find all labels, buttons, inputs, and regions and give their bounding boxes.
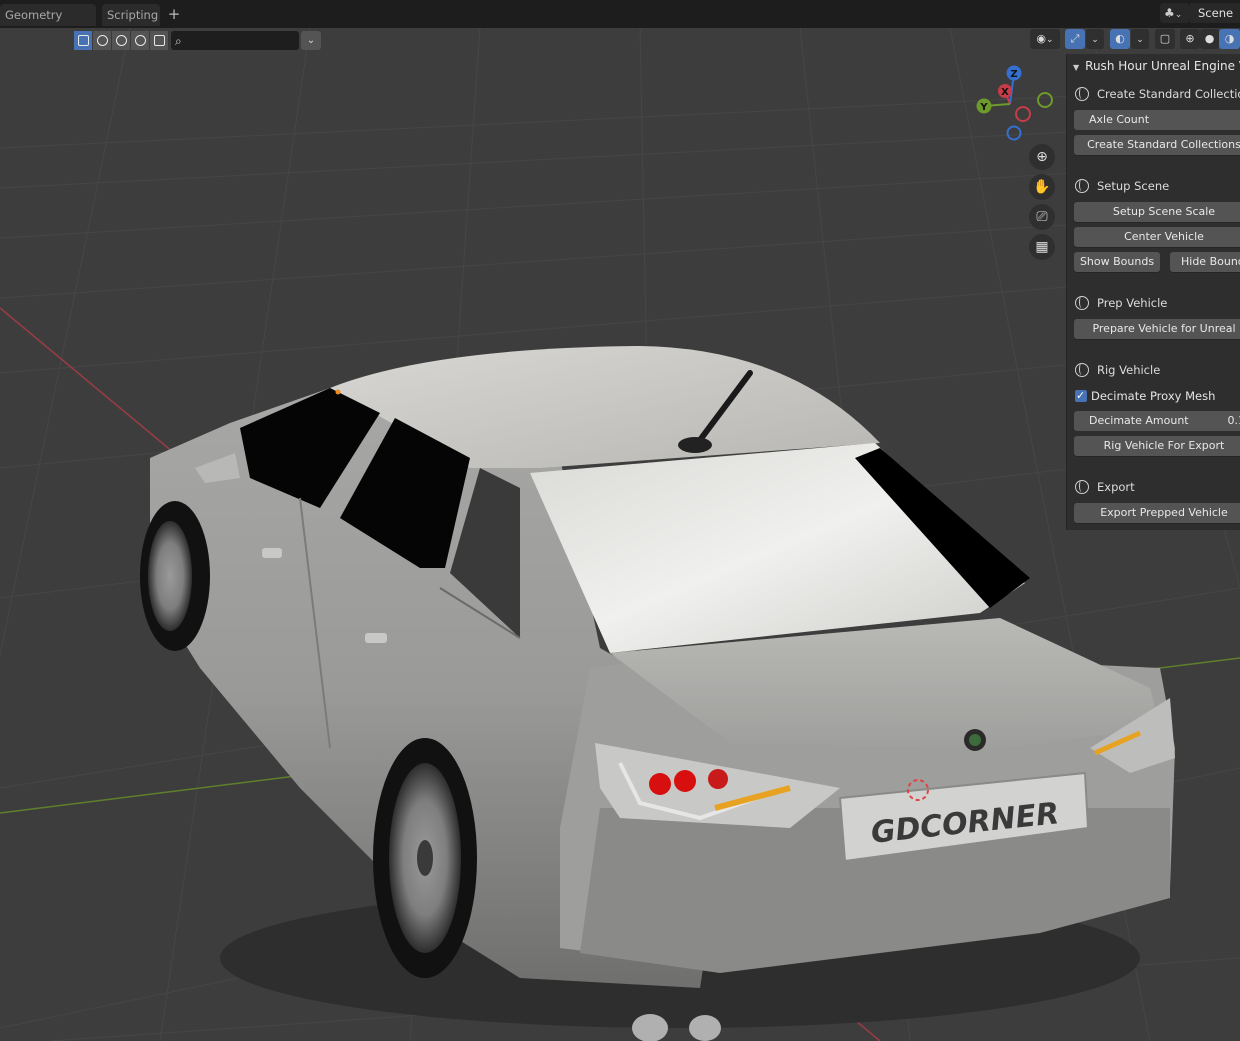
gizmo-dropdown[interactable]: ⌄: [1086, 29, 1104, 49]
overlays-toggle[interactable]: ◐: [1110, 29, 1130, 49]
workspace-bar: Geometry Nodes Scripting + ♣⌄ Scene: [0, 0, 1240, 44]
export-prepped-vehicle-button[interactable]: Export Prepped Vehicle: [1074, 503, 1240, 523]
viewport-search[interactable]: ⌕: [171, 30, 299, 50]
eye-icon: ◉: [1036, 32, 1047, 45]
globe-icon: [1075, 363, 1089, 377]
checkbox-checked-icon[interactable]: [1075, 387, 1087, 405]
section-rig-vehicle: Rig Vehicle: [1075, 360, 1160, 380]
globe-icon: [1075, 480, 1089, 494]
sphere-icon: [96, 34, 108, 46]
wireframe-shading-button[interactable]: ⊕: [1180, 29, 1200, 49]
scene-icon: ♣: [1164, 6, 1175, 20]
car-model: GDCORNER: [140, 346, 1175, 1041]
section-label: Create Standard Collections: [1097, 87, 1240, 101]
globe-icon: [1075, 87, 1089, 101]
overlays-icon: ◐: [1115, 32, 1125, 45]
decimate-amount-field[interactable]: Decimate Amount 0.10: [1074, 411, 1240, 431]
x-axis-label: X: [1001, 87, 1009, 98]
xray-icon: ▢: [1159, 32, 1171, 45]
shading-mode-button-1[interactable]: [93, 30, 112, 50]
section-label: Export: [1097, 480, 1135, 494]
panel-header[interactable]: ▼ Rush Hour Unreal Engine Ve: [1067, 54, 1240, 78]
overlays-dropdown[interactable]: ⌄: [1131, 29, 1149, 49]
create-standard-collections-button[interactable]: Create Standard Collections: [1074, 135, 1240, 155]
drop-icon: [115, 34, 127, 46]
perspective-toggle-button[interactable]: ▦: [1029, 234, 1055, 260]
material-icon: ◑: [1224, 32, 1235, 45]
search-input[interactable]: [191, 31, 271, 48]
select-mode-button[interactable]: [74, 30, 93, 50]
addon-sidebar-panel: ▼ Rush Hour Unreal Engine Ve Create Stand…: [1066, 54, 1240, 530]
chevron-down-icon: ⌄: [306, 34, 316, 46]
globe-icon: [1075, 179, 1089, 193]
decimate-amount-label: Decimate Amount: [1089, 414, 1189, 427]
scene-name-field[interactable]: Scene: [1190, 3, 1240, 23]
prepare-vehicle-button[interactable]: Prepare Vehicle for Unreal: [1074, 319, 1240, 339]
tab-geometry-nodes[interactable]: Geometry Nodes: [0, 4, 96, 44]
camera-icon: ⎚: [1036, 209, 1048, 225]
3d-viewport[interactable]: GDCORNER ⌕ ⌄ ◉⌄ ⤢ ⌄ ◐ ⌄ ▢ ⊕ ● ◑ Z X Y ⊕ …: [0, 28, 1240, 1041]
collapse-triangle-icon: ▼: [1073, 63, 1080, 72]
z-axis-label: Z: [1010, 69, 1017, 80]
brush-icon: [153, 34, 165, 46]
hand-icon: ✋: [1033, 179, 1051, 195]
y-axis-label: Y: [979, 102, 988, 113]
camera-view-button[interactable]: ⎚: [1029, 204, 1055, 230]
globe-icon: [1075, 296, 1089, 310]
section-prep-vehicle: Prep Vehicle: [1075, 293, 1167, 313]
pan-button[interactable]: ✋: [1029, 174, 1055, 200]
chevron-down-icon: ⌄: [1091, 35, 1099, 45]
search-icon: ⌕: [175, 33, 182, 48]
hide-bounds-button[interactable]: Hide Bounds: [1170, 252, 1240, 272]
shading-mode-button-3[interactable]: [131, 30, 150, 50]
tab-scripting[interactable]: Scripting: [102, 4, 160, 26]
panel-title: Rush Hour Unreal Engine Ve: [1085, 59, 1240, 73]
section-label: Prep Vehicle: [1097, 296, 1168, 310]
section-export: Export: [1075, 477, 1135, 497]
section-setup-scene: Setup Scene: [1075, 176, 1169, 196]
material-shading-button[interactable]: ◑: [1219, 29, 1240, 49]
section-label: Rig Vehicle: [1097, 363, 1161, 377]
shading-mode-button-4[interactable]: [150, 30, 169, 50]
gizmo-toggle[interactable]: ⤢: [1065, 29, 1085, 49]
solid-sphere-icon: ●: [1204, 32, 1215, 45]
chevron-down-icon: ⌄: [1046, 35, 1054, 45]
setup-scene-scale-button[interactable]: Setup Scene Scale: [1074, 202, 1240, 222]
wireframe-icon: ⊕: [1185, 32, 1195, 45]
rig-vehicle-button[interactable]: Rig Vehicle For Export: [1074, 436, 1240, 456]
square-icon: [77, 34, 89, 46]
decimate-amount-value: 0.10: [1227, 414, 1240, 427]
shading-mode-button-2[interactable]: [112, 30, 131, 50]
navigation-gizmo[interactable]: Z X Y: [968, 64, 1058, 144]
zoom-icon: ⊕: [1036, 149, 1048, 165]
chevron-down-icon: ⌄: [1174, 10, 1183, 20]
show-bounds-button[interactable]: Show Bounds: [1074, 252, 1160, 272]
add-workspace-button[interactable]: +: [164, 5, 184, 25]
axle-count-field[interactable]: Axle Count2: [1074, 110, 1240, 130]
center-vehicle-button[interactable]: Center Vehicle: [1074, 227, 1240, 247]
scene-selector-button[interactable]: ♣⌄: [1160, 3, 1190, 23]
grid-icon: ▦: [1035, 239, 1049, 255]
zoom-button[interactable]: ⊕: [1029, 144, 1055, 170]
checkbox-label: Decimate Proxy Mesh: [1091, 389, 1216, 403]
axle-count-label: Axle Count: [1089, 113, 1150, 126]
globe-icon: [134, 34, 146, 46]
chevron-down-icon: ⌄: [1136, 35, 1144, 45]
gizmo-icon: ⤢: [1070, 32, 1080, 45]
selection-mode-toolbar: ⌕ ⌄: [74, 30, 321, 50]
visibility-dropdown[interactable]: ◉⌄: [1030, 29, 1060, 49]
scene-render: GDCORNER: [0, 28, 1240, 1041]
filter-dropdown[interactable]: ⌄: [301, 30, 321, 50]
xray-toggle[interactable]: ▢: [1155, 29, 1175, 49]
decimate-proxy-checkbox[interactable]: Decimate Proxy Mesh: [1075, 387, 1215, 405]
solid-shading-button[interactable]: ●: [1200, 29, 1219, 49]
section-label: Setup Scene: [1097, 179, 1170, 193]
section-create-collections: Create Standard Collections: [1075, 84, 1240, 104]
